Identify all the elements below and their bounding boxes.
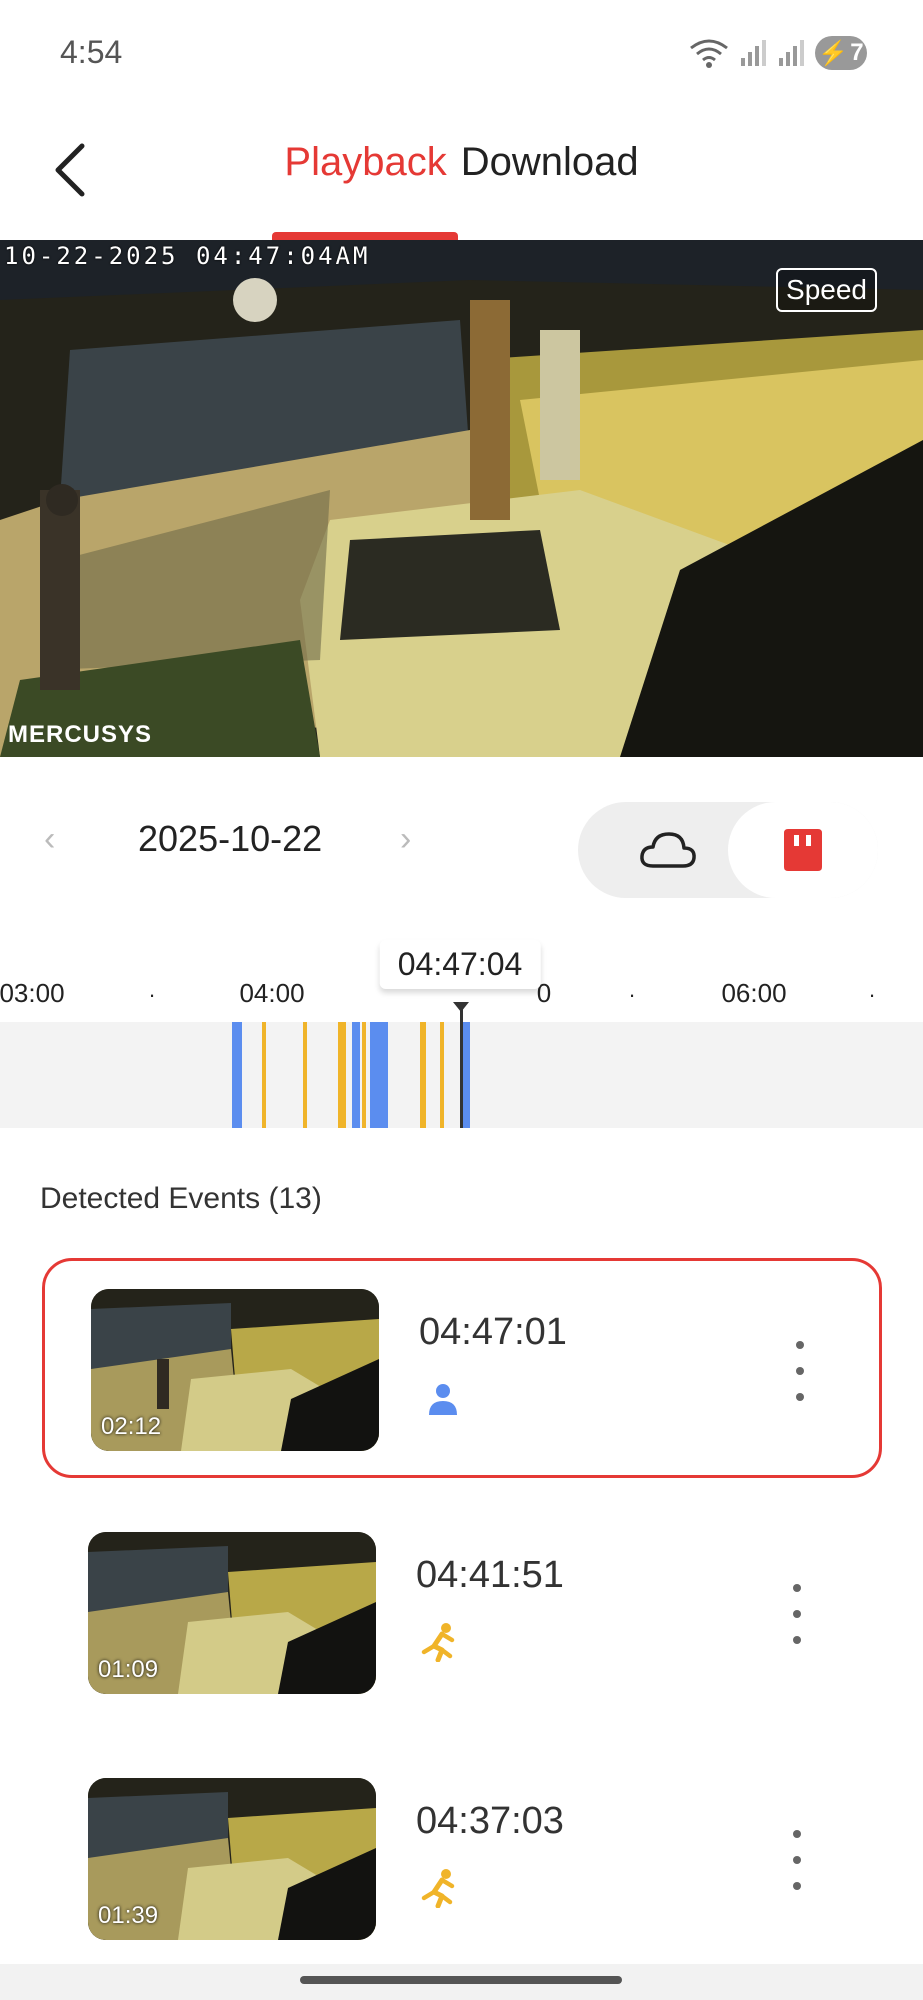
event-type-indicator	[420, 1622, 460, 1663]
tick-label: 03:00	[0, 978, 65, 1008]
event-item[interactable]: 01:09 04:41:51	[42, 1504, 882, 1724]
person-icon	[429, 1384, 457, 1415]
tick-label: 06:00	[721, 978, 787, 1008]
date-selector: ‹ 2025-10-22 ›	[0, 790, 923, 898]
motion-event-bar[interactable]	[303, 1022, 307, 1128]
more-dot	[793, 1636, 801, 1644]
event-time: 04:41:51	[416, 1554, 564, 1596]
charging-icon: ⚡	[818, 39, 849, 67]
battery-indicator: ⚡ 7	[815, 36, 867, 70]
event-time: 04:37:03	[416, 1800, 564, 1842]
person-event-bar[interactable]	[352, 1022, 360, 1128]
event-item[interactable]: 01:39 04:37:03	[42, 1750, 882, 1970]
tick-dot: ·	[868, 982, 876, 1007]
signal-icon-2	[779, 40, 804, 66]
tick-dot: ·	[148, 982, 156, 1007]
tab-playback[interactable]: Playback	[282, 140, 448, 185]
event-duration: 01:09	[98, 1656, 159, 1683]
timeline[interactable]: 03:00 · 04:00 0 · 06:00 · 04:47:04	[0, 940, 923, 1130]
events-title: Detected Events (13)	[40, 1182, 322, 1215]
cloud-icon	[640, 832, 696, 868]
video-player[interactable]: 10-22-2025 04:47:04AM Speed MERCUSYS	[0, 240, 923, 757]
motion-event-bar[interactable]	[262, 1022, 266, 1128]
running-person-icon	[421, 1869, 455, 1909]
person-event-bar[interactable]	[370, 1022, 388, 1128]
event-time: 04:47:01	[419, 1311, 567, 1353]
timeline-cursor-marker	[453, 1002, 469, 1012]
home-gesture-handle[interactable]	[300, 1976, 622, 1984]
system-nav-bar	[0, 1964, 923, 2000]
event-type-indicator	[420, 1868, 460, 1909]
running-person-icon	[421, 1623, 455, 1663]
signal-icon	[741, 40, 766, 66]
next-date-button[interactable]: ›	[400, 820, 411, 859]
header: Playback Download	[0, 110, 923, 240]
tab-bar: Playback Download	[0, 140, 923, 185]
prev-date-button[interactable]: ‹	[44, 820, 55, 859]
more-options-button[interactable]	[782, 1830, 812, 1890]
person-event-bar[interactable]	[232, 1022, 242, 1128]
sd-card-icon	[784, 829, 822, 871]
cursor-time-bubble: 04:47:04	[379, 940, 541, 989]
video-timestamp: 10-22-2025 04:47:04AM	[4, 242, 371, 270]
active-tab-indicator	[272, 232, 458, 240]
motion-event-bar[interactable]	[362, 1022, 366, 1128]
more-dot	[793, 1882, 801, 1890]
selected-date[interactable]: 2025-10-22	[138, 818, 322, 860]
more-dot	[793, 1830, 801, 1838]
status-time: 4:54	[60, 34, 123, 70]
wifi-icon	[690, 39, 728, 68]
more-dot	[796, 1393, 804, 1401]
storage-toggle	[578, 802, 878, 898]
battery-level: 7	[850, 39, 864, 66]
event-item[interactable]: 02:12 04:47:01	[42, 1258, 882, 1478]
video-frame	[0, 240, 923, 757]
event-thumbnail[interactable]: 01:09	[88, 1532, 376, 1694]
more-options-button[interactable]	[785, 1341, 815, 1401]
event-duration: 02:12	[101, 1413, 162, 1440]
speed-button[interactable]: Speed	[776, 268, 877, 312]
event-thumbnail[interactable]: 01:39	[88, 1778, 376, 1940]
more-dot	[793, 1856, 801, 1864]
tab-download[interactable]: Download	[459, 140, 641, 185]
motion-event-bar[interactable]	[420, 1022, 426, 1128]
timeline-cursor[interactable]	[460, 1008, 463, 1128]
more-dot	[796, 1341, 804, 1349]
motion-event-bar[interactable]	[440, 1022, 444, 1128]
tick-dot: ·	[628, 982, 636, 1007]
sd-card-button[interactable]	[728, 802, 878, 898]
more-options-button[interactable]	[782, 1584, 812, 1644]
status-bar: 4:54 ⚡ 7	[0, 0, 923, 110]
status-icons: ⚡ 7	[689, 36, 867, 70]
brand-watermark: MERCUSYS	[8, 721, 153, 748]
event-duration: 01:39	[98, 1902, 159, 1929]
event-thumbnail[interactable]: 02:12	[91, 1289, 379, 1451]
more-dot	[793, 1584, 801, 1592]
cloud-storage-button[interactable]	[598, 802, 738, 898]
event-type-indicator	[423, 1379, 463, 1419]
more-dot	[793, 1610, 801, 1618]
more-dot	[796, 1367, 804, 1375]
tick-label: 04:00	[239, 978, 305, 1008]
motion-event-bar[interactable]	[338, 1022, 346, 1128]
